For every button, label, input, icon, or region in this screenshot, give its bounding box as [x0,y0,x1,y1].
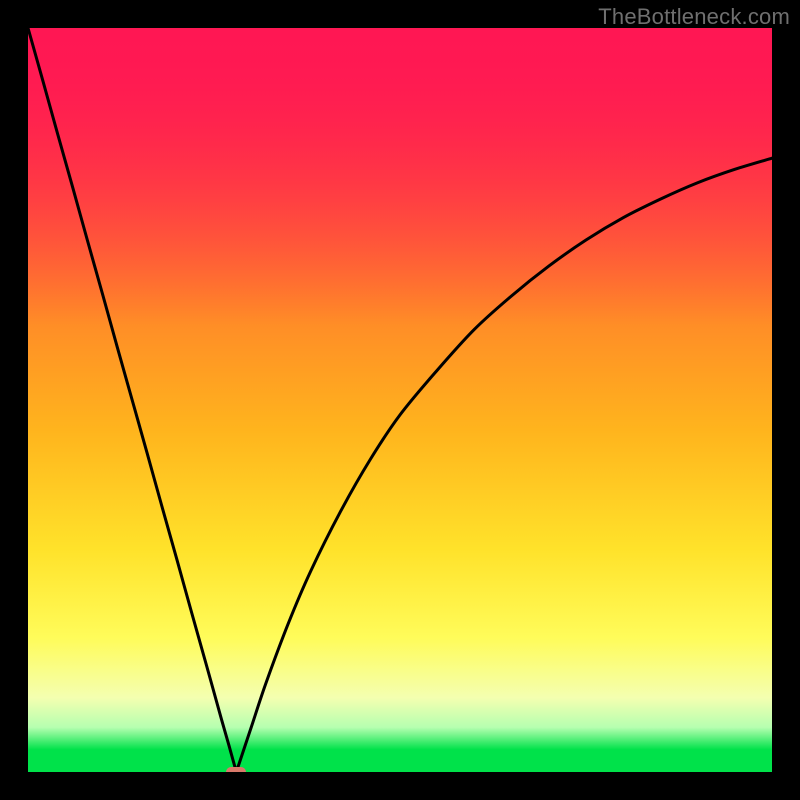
bottleneck-curve [28,28,772,772]
watermark-text: TheBottleneck.com [598,4,790,30]
chart-frame: TheBottleneck.com [0,0,800,800]
plot-area [28,28,772,772]
curve-layer [28,28,772,772]
minimum-marker [226,767,246,772]
